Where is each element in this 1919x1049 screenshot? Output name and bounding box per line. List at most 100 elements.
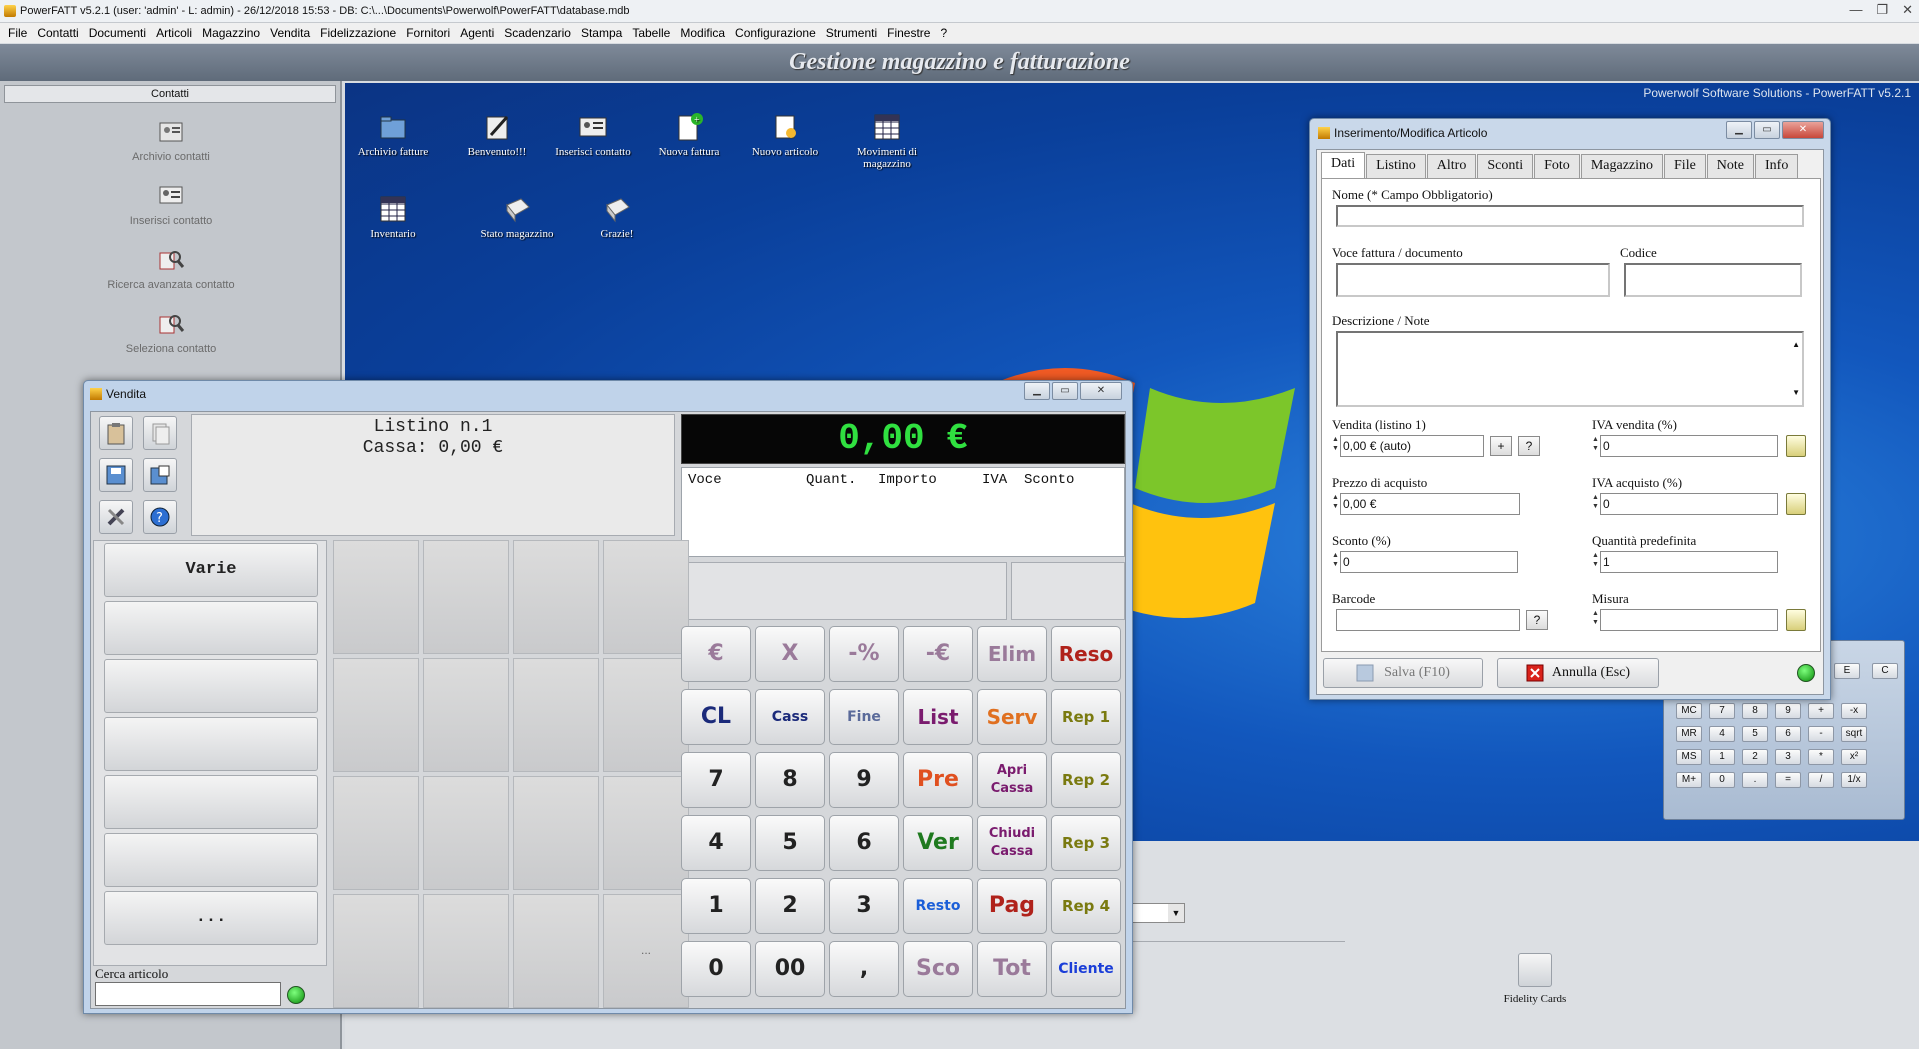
vendita-input[interactable]: 0,00 € (auto) (1340, 435, 1484, 457)
calc-key[interactable]: / (1808, 772, 1834, 788)
quantita-input[interactable]: 1 (1600, 551, 1778, 573)
calc-key[interactable]: 2 (1742, 749, 1768, 765)
load-button[interactable] (143, 458, 177, 492)
product-slot[interactable] (513, 540, 599, 654)
category-more[interactable]: ... (104, 891, 318, 945)
menu-configurazione[interactable]: Configurazione (735, 26, 816, 40)
calc-key[interactable]: x² (1841, 749, 1867, 765)
clipboard-button[interactable] (99, 416, 133, 450)
product-slot[interactable] (423, 540, 509, 654)
menu--[interactable]: ? (940, 26, 947, 40)
tab-info[interactable]: Info (1755, 154, 1799, 178)
key-rep-1[interactable]: Rep 1 (1051, 689, 1121, 745)
category-varie[interactable]: Varie (104, 543, 318, 597)
tab-file[interactable]: File (1664, 154, 1706, 178)
iva-vendita-spinner-icon[interactable]: ▲ ▼ (1592, 435, 1600, 455)
menu-modifica[interactable]: Modifica (680, 26, 725, 40)
calc-key[interactable]: 0 (1709, 772, 1735, 788)
tab-dati[interactable]: Dati (1321, 152, 1366, 178)
tools-button[interactable] (99, 500, 133, 534)
help-button[interactable]: ? (1518, 436, 1540, 456)
category-empty[interactable] (104, 659, 318, 713)
calc-key[interactable]: 1 (1709, 749, 1735, 765)
desktop-icon-archivio-fatture[interactable]: Archivio fatture (345, 111, 443, 158)
calculator-icon[interactable] (1786, 493, 1806, 515)
product-slot[interactable] (333, 776, 419, 890)
desktop-icon-nuova-fattura[interactable]: + Nuova fattura (639, 111, 739, 158)
key-euro[interactable]: € (681, 626, 751, 682)
product-more[interactable]: ... (603, 894, 689, 1008)
product-slot[interactable] (603, 658, 689, 772)
tab-note[interactable]: Note (1706, 154, 1755, 178)
codice-input[interactable] (1624, 263, 1802, 297)
calc-key[interactable]: 7 (1709, 703, 1735, 719)
calc-key[interactable]: = (1775, 772, 1801, 788)
key-pct[interactable]: -% (829, 626, 899, 682)
descrizione-textarea[interactable]: ▲ ▼ (1336, 331, 1804, 407)
copy-button[interactable] (143, 416, 177, 450)
sconto-input[interactable]: 0 (1340, 551, 1518, 573)
product-slot[interactable] (603, 776, 689, 890)
key-elim[interactable]: Elim (977, 626, 1047, 682)
iva-acquisto-spinner-icon[interactable]: ▲ ▼ (1592, 493, 1600, 513)
key-list[interactable]: List (903, 689, 973, 745)
maximize-button[interactable]: ▭ (1754, 121, 1780, 139)
calc-key[interactable]: MR (1676, 726, 1702, 742)
combo-box[interactable]: ▼ (1125, 903, 1185, 923)
calc-key[interactable]: 8 (1742, 703, 1768, 719)
calc-key[interactable]: 6 (1775, 726, 1801, 742)
calc-key[interactable]: 1/x (1841, 772, 1867, 788)
menu-magazzino[interactable]: Magazzino (202, 26, 260, 40)
calc-key[interactable]: MC (1676, 703, 1702, 719)
desktop-icon-movimenti[interactable]: Movimenti di magazzino (837, 111, 937, 170)
product-slot[interactable] (333, 658, 419, 772)
calc-key[interactable]: C (1872, 663, 1898, 679)
key-0[interactable]: 0 (681, 941, 751, 997)
calc-key[interactable]: 9 (1775, 703, 1801, 719)
restore-icon[interactable]: ❐ (1876, 2, 1888, 18)
calc-key[interactable]: + (1808, 703, 1834, 719)
key-8[interactable]: 8 (755, 752, 825, 808)
key-pre[interactable]: Pre (903, 752, 973, 808)
key-cl[interactable]: CL (681, 689, 751, 745)
key-serv[interactable]: Serv (977, 689, 1047, 745)
prezzo-acquisto-input[interactable]: 0,00 € (1340, 493, 1520, 515)
menu-scadenzario[interactable]: Scadenzario (504, 26, 571, 40)
sidebar-item-archivio[interactable]: Archivio contatti (71, 117, 271, 163)
desktop-icon-grazie[interactable]: Grazie! (567, 193, 667, 240)
key-7[interactable]: 7 (681, 752, 751, 808)
product-slot[interactable] (603, 540, 689, 654)
tab-sconti[interactable]: Sconti (1477, 154, 1534, 178)
menu-file[interactable]: File (8, 26, 27, 40)
category-empty[interactable] (104, 775, 318, 829)
close-icon[interactable]: ✕ (1902, 2, 1913, 18)
calc-key[interactable]: sqrt (1841, 726, 1867, 742)
iva-vendita-input[interactable]: 0 (1600, 435, 1778, 457)
key-x[interactable]: X (755, 626, 825, 682)
sidebar-item-ricerca[interactable]: Ricerca avanzata contatto (71, 245, 271, 291)
desktop-icon-nuovo-articolo[interactable]: Nuovo articolo (735, 111, 835, 158)
desktop-icon-benvenuto[interactable]: Benvenuto!!! (447, 111, 547, 158)
product-slot[interactable] (513, 776, 599, 890)
menu-strumenti[interactable]: Strumenti (826, 26, 877, 40)
scroll-up-icon[interactable]: ▲ (1792, 335, 1800, 355)
key-chiudi-cassa[interactable]: Chiudi Cassa (977, 815, 1047, 871)
product-slot[interactable] (333, 894, 419, 1008)
save-button[interactable] (99, 458, 133, 492)
help-button[interactable]: ? (143, 500, 177, 534)
maximize-button[interactable]: ▭ (1052, 382, 1078, 400)
key-apri-cassa[interactable]: Apri Cassa (977, 752, 1047, 808)
key-sco[interactable]: Sco (903, 941, 973, 997)
menu-fornitori[interactable]: Fornitori (406, 26, 450, 40)
vendita-spinner-icon[interactable]: ▲ ▼ (1332, 435, 1340, 455)
menu-agenti[interactable]: Agenti (460, 26, 494, 40)
plus-button[interactable]: + (1490, 436, 1512, 456)
close-button[interactable]: ✕ (1080, 382, 1122, 400)
desktop-icon-inventario[interactable]: Inventario (345, 193, 443, 240)
minimize-button[interactable]: ▁ (1726, 121, 1752, 139)
key-3[interactable]: 3 (829, 878, 899, 934)
key-cliente[interactable]: Cliente (1051, 941, 1121, 997)
menu-articoli[interactable]: Articoli (156, 26, 192, 40)
menu-contatti[interactable]: Contatti (37, 26, 78, 40)
key-fine[interactable]: Fine (829, 689, 899, 745)
